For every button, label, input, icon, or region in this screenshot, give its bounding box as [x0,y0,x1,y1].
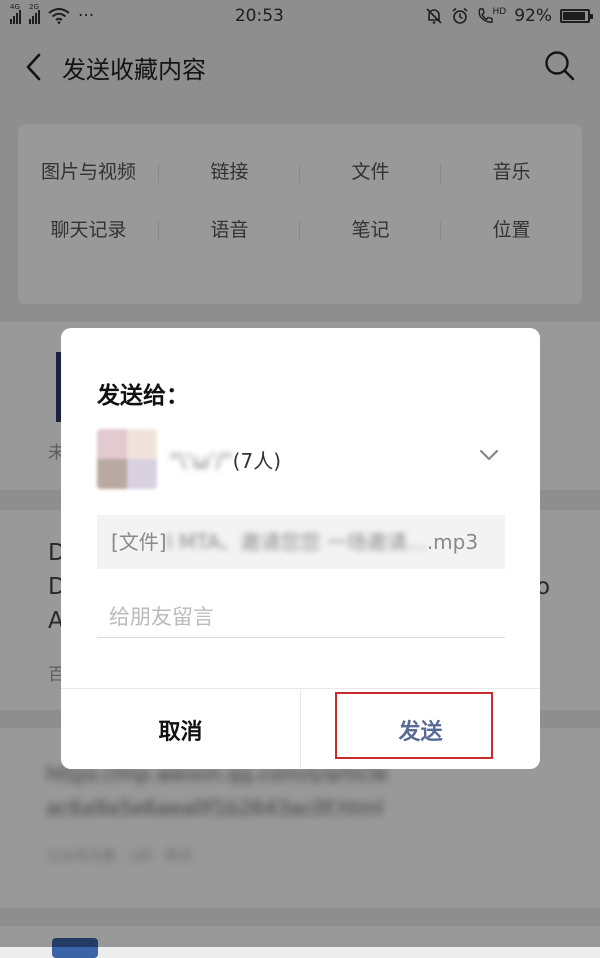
recipient-name: “\‘ω’/”(7人) [169,445,281,474]
group-avatar [97,429,157,489]
cancel-button-label: 取消 [158,719,203,745]
preview-extension: .mp3 [426,530,479,554]
highlight-box [335,692,493,759]
recipient-group-name: “\‘ω’/” [169,448,233,473]
dialog-title: 发送给： [97,383,189,409]
send-to-dialog: 发送给： “\‘ω’/”(7人) [文件]I MTA、邀请您您 一场邀请….mp… [61,328,540,769]
preview-filename: I MTA、邀请您您 一场邀请… [166,530,427,554]
dialog-button-bar: 取消 发送 [61,688,540,769]
recipient-selector[interactable]: “\‘ω’/”(7人) [97,428,507,490]
recipient-count: (7人) [232,448,282,473]
content-preview: [文件]I MTA、邀请您您 一场邀请….mp3 [97,515,505,569]
message-input[interactable] [97,596,505,638]
chevron-down-icon[interactable] [479,448,499,462]
send-button[interactable]: 发送 [301,689,540,769]
cancel-button[interactable]: 取消 [61,689,301,769]
preview-prefix: [文件] [111,530,167,554]
